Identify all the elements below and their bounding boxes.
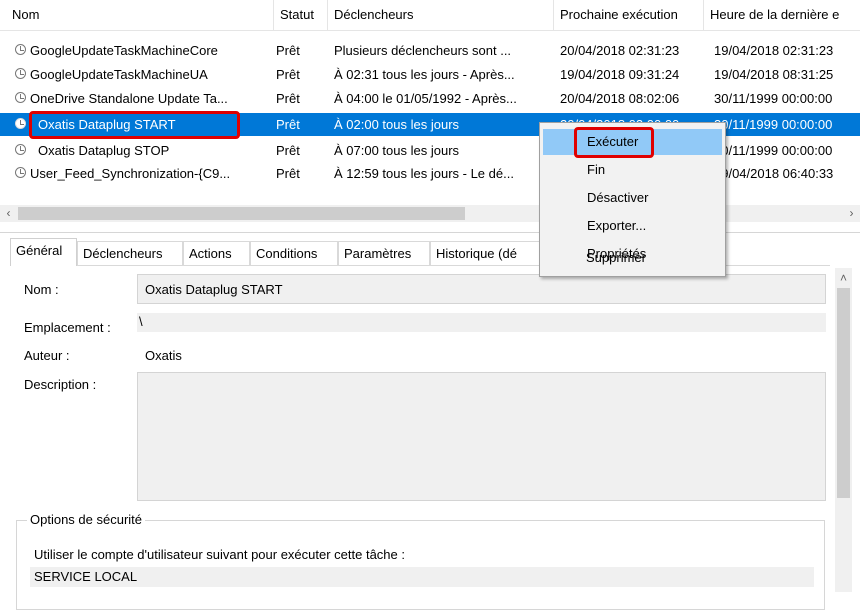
- location-value: \: [139, 314, 143, 329]
- account-prompt: Utiliser le compte d'utilisateur suivant…: [34, 547, 405, 562]
- task-last-run: 30/11/1999 00:00:00: [714, 143, 833, 158]
- annotation-highlight-task: [29, 111, 240, 139]
- task-last-run: 19/04/2018 08:31:25: [714, 67, 834, 82]
- vertical-scrollbar[interactable]: ˄: [835, 268, 852, 592]
- menu-item-export[interactable]: Exporter...: [543, 213, 722, 239]
- task-row[interactable]: User_Feed_Synchronization-{C9... Prêt À …: [0, 162, 860, 185]
- task-name: Oxatis Dataplug STOP: [38, 143, 170, 158]
- clock-icon: [15, 118, 26, 129]
- tab-conditions[interactable]: Conditions: [250, 241, 338, 265]
- description-label: Description :: [24, 377, 97, 392]
- task-name: GoogleUpdateTaskMachineUA: [30, 67, 208, 82]
- clock-icon: [15, 92, 26, 103]
- tab-history[interactable]: Historique (dé: [430, 241, 540, 265]
- scroll-up-arrow-icon[interactable]: ˄: [835, 270, 852, 287]
- clock-icon: [15, 167, 26, 178]
- menu-item-delete[interactable]: Supprimer: [542, 245, 721, 271]
- task-status: Prêt: [276, 67, 300, 82]
- scroll-left-arrow-icon[interactable]: ‹: [0, 205, 17, 222]
- task-trigger: À 02:31 tous les jours - Après...: [334, 67, 515, 82]
- scrollbar-thumb[interactable]: [837, 288, 850, 498]
- tab-settings[interactable]: Paramètres: [338, 241, 430, 265]
- task-trigger: À 02:00 tous les jours: [334, 117, 460, 132]
- task-row[interactable]: Oxatis Dataplug STOP Prêt À 07:00 tous l…: [0, 139, 860, 162]
- menu-item-end[interactable]: Fin: [543, 157, 722, 183]
- clock-icon: [15, 44, 26, 55]
- tab-general[interactable]: Général: [10, 238, 77, 266]
- horizontal-scrollbar[interactable]: ‹ ›: [0, 205, 860, 222]
- task-next-run: 20/04/2018 08:02:06: [560, 91, 680, 106]
- task-trigger: Plusieurs déclencheurs sont ...: [334, 43, 512, 58]
- task-trigger: À 07:00 tous les jours: [334, 143, 460, 158]
- task-trigger: À 04:00 le 01/05/1992 - Après...: [334, 91, 517, 106]
- task-status: Prêt: [276, 166, 300, 181]
- task-next-run: 20/04/2018 02:31:23: [560, 43, 680, 58]
- security-options-label: Options de sécurité: [27, 512, 146, 527]
- name-field[interactable]: Oxatis Dataplug START: [137, 274, 826, 304]
- tab-triggers[interactable]: Déclencheurs: [77, 241, 183, 265]
- column-header-triggers[interactable]: Déclencheurs: [328, 0, 554, 30]
- task-name: GoogleUpdateTaskMachineCore: [30, 43, 218, 58]
- clock-icon: [15, 68, 26, 79]
- task-name: OneDrive Standalone Update Ta...: [30, 91, 228, 106]
- task-trigger: À 12:59 tous les jours - Le dé...: [334, 166, 514, 181]
- task-last-run: 30/11/1999 00:00:00: [714, 117, 833, 132]
- clock-icon: [15, 144, 26, 155]
- tab-actions[interactable]: Actions: [183, 241, 250, 265]
- task-last-run: 19/04/2018 02:31:23: [714, 43, 834, 58]
- task-name: User_Feed_Synchronization-{C9...: [30, 166, 231, 181]
- task-status: Prêt: [276, 43, 300, 58]
- account-value: SERVICE LOCAL: [34, 569, 138, 584]
- author-value: Oxatis: [145, 348, 182, 363]
- column-header-last-run[interactable]: Heure de la dernière e: [704, 0, 860, 30]
- name-label: Nom :: [24, 282, 59, 297]
- column-header-name[interactable]: Nom: [0, 0, 274, 30]
- task-row[interactable]: GoogleUpdateTaskMachineUA Prêt À 02:31 t…: [0, 63, 860, 86]
- column-header-status[interactable]: Statut: [274, 0, 328, 30]
- account-field[interactable]: SERVICE LOCAL: [30, 567, 814, 587]
- task-last-run: 30/11/1999 00:00:00: [714, 91, 833, 106]
- scroll-right-arrow-icon[interactable]: ›: [843, 205, 860, 222]
- column-header: Nom Statut Déclencheurs Prochaine exécut…: [0, 0, 860, 31]
- task-status: Prêt: [276, 143, 300, 158]
- scrollbar-thumb[interactable]: [18, 207, 465, 220]
- security-options-group: [16, 520, 825, 610]
- author-label: Auteur :: [24, 348, 70, 363]
- task-row[interactable]: GoogleUpdateTaskMachineCore Prêt Plusieu…: [0, 39, 860, 62]
- task-last-run: 19/04/2018 06:40:33: [714, 166, 834, 181]
- name-value: Oxatis Dataplug START: [145, 282, 283, 297]
- task-next-run: 19/04/2018 09:31:24: [560, 67, 680, 82]
- task-status: Prêt: [276, 91, 300, 106]
- task-status: Prêt: [276, 117, 300, 132]
- location-field[interactable]: \: [137, 313, 826, 332]
- location-label: Emplacement :: [24, 320, 111, 335]
- annotation-highlight-run: [574, 127, 654, 158]
- task-row[interactable]: OneDrive Standalone Update Ta... Prêt À …: [0, 87, 860, 110]
- menu-item-disable[interactable]: Désactiver: [543, 185, 722, 211]
- column-header-next-run[interactable]: Prochaine exécution: [554, 0, 704, 30]
- description-field[interactable]: [137, 372, 826, 501]
